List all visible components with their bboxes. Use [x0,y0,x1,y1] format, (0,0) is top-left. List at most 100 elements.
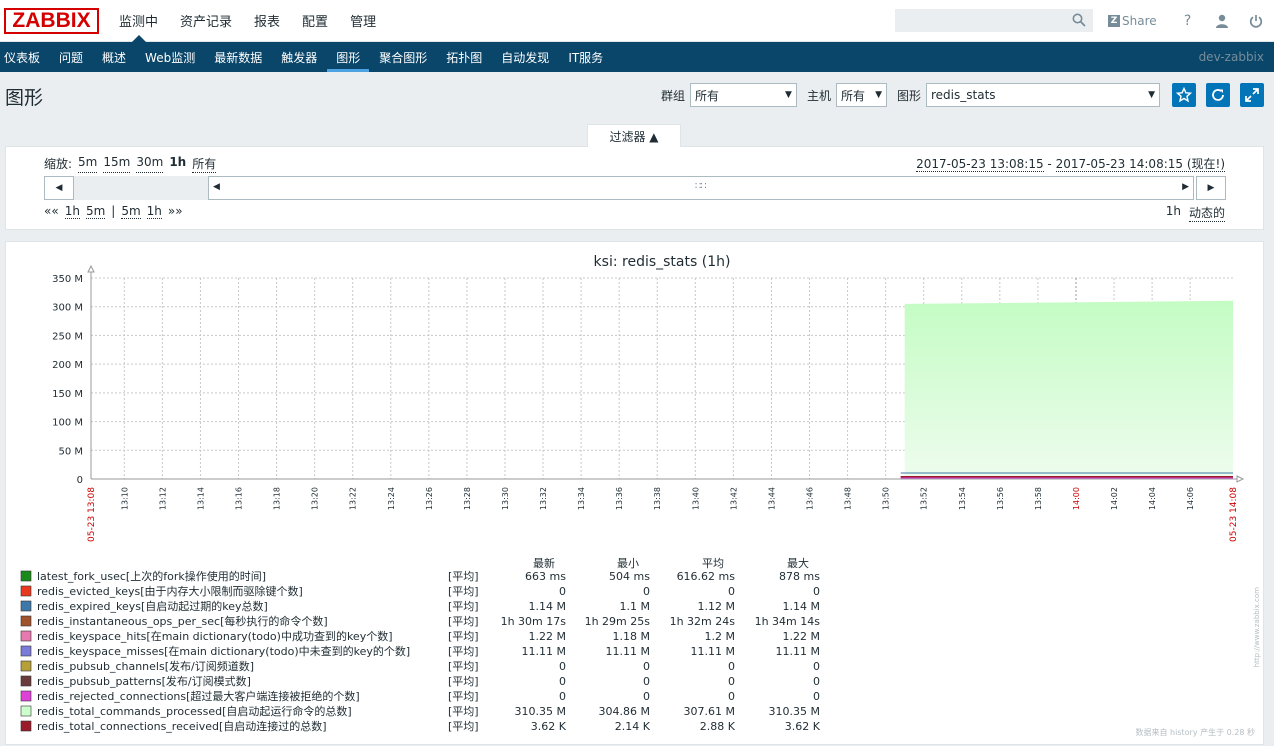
x-axis-arrow-icon [1236,475,1245,483]
group-select[interactable]: 所有 ▼ [689,83,797,107]
legend-item-func: [平均] [448,600,479,613]
generation-time: 数据来自 history 产生于 0.28 秒 [1135,728,1256,737]
legend-value-max: 310.35 M [769,705,820,718]
step-fwd-5m[interactable]: 5m [121,204,141,219]
subnav-it-services[interactable]: IT服务 [559,42,612,72]
x-tick-label: 14:06 [1186,487,1195,510]
subnav-dashboard[interactable]: 仪表板 [0,42,49,72]
x-tick-label: 13:50 [882,487,891,510]
favourite-star-button[interactable] [1172,83,1196,107]
refresh-button[interactable] [1206,83,1230,107]
server-name: dev-zabbix [1198,50,1264,64]
x-tick-label: 13:52 [920,487,929,510]
legend-item-func: [平均] [448,720,479,733]
sub-nav: 仪表板 问题 概述 Web监测 最新数据 触发器 图形 聚合图形 拓扑图 自动发… [0,42,1274,72]
host-select[interactable]: 所有 ▼ [835,83,887,107]
subnav-screens[interactable]: 聚合图形 [370,42,436,72]
period-to[interactable]: 2017-05-23 14:08:15 (现在!) [1055,157,1225,172]
subnav-discovery[interactable]: 自动发现 [492,42,558,72]
x-tick-label: 13:30 [501,487,510,510]
help-button[interactable]: ? [1171,0,1205,42]
legend-item-name: latest_fork_usec[上次的fork操作使用的时间] [37,569,266,583]
legend-value-min: 0 [643,690,650,703]
zabbix-url-watermark: http://www.zabbix.com [1253,587,1261,668]
nav-monitoring[interactable]: 监测中 [111,0,166,42]
legend-value-avg: 1.12 M [698,600,735,613]
subnav-latest-data[interactable]: 最新数据 [205,42,271,72]
legend-value-avg: 616.62 ms [677,570,736,583]
subnav-graphs[interactable]: 图形 [327,42,370,72]
subnav-overview[interactable]: 概述 [93,42,135,72]
legend-swatch [20,585,32,597]
zoom-30m[interactable]: 30m [136,155,164,173]
subnav-triggers[interactable]: 触发器 [272,42,326,72]
thumb-left-handle-icon[interactable]: ◀ [213,182,220,192]
scroll-track[interactable] [74,176,208,200]
nav-administration[interactable]: 管理 [342,0,384,41]
legend-value-avg: 0 [728,660,735,673]
y-tick-label: 0 [77,475,83,486]
legend-item-func: [平均] [448,705,479,718]
graph-select[interactable]: redis_stats ▼ [926,83,1160,107]
search-input[interactable] [895,9,1093,32]
star-icon [1176,87,1192,103]
dynamic-row: 1h 动态的 [1166,204,1225,222]
fullscreen-button[interactable] [1240,83,1264,107]
zoom-5m[interactable]: 5m [78,155,98,173]
zoom-15m[interactable]: 15m [103,155,131,173]
legend-item-func: [平均] [448,585,479,598]
top-header: ZABBIX 监测中 资产记录 报表 配置 管理 Z Share ? [0,0,1274,42]
legend-value-min: 0 [643,660,650,673]
legend-value-max: 3.62 K [785,720,821,733]
legend-value-avg: 0 [728,585,735,598]
scroll-thumb[interactable]: ◀ ∷∷ ▶ [208,176,1194,200]
legend-value-min: 1.1 M [620,600,650,613]
step-back-5m[interactable]: 5m [85,204,106,219]
step-back-1h[interactable]: 1h [64,204,80,219]
share-button[interactable]: Z Share [1108,14,1157,28]
nav-configuration[interactable]: 配置 [294,0,336,41]
page-title: 图形 [5,87,44,109]
zabbix-logo[interactable]: ZABBIX [4,7,99,34]
dynamic-toggle[interactable]: 动态的 [1188,204,1225,222]
logout-power-icon[interactable] [1239,0,1273,42]
nav-reports[interactable]: 报表 [246,0,288,41]
user-profile-icon[interactable] [1205,0,1239,42]
graph-title: ksi: redis_stats (1h) [594,254,731,270]
legend-swatch [20,570,32,582]
subnav-maps[interactable]: 拓扑图 [437,42,491,72]
legend-value-last: 1h 30m 17s [501,615,567,628]
filter-panel: 缩放: 5m 15m 30m 1h 所有 2017-05-23 13:08:15… [5,146,1264,230]
zoom-1h[interactable]: 1h [169,155,186,173]
redis-stats-graph[interactable]: ksi: redis_stats (1h) 350 M 300 M 250 M 200 … [6,242,1265,746]
graph-label: 图形 [896,88,921,103]
chevron-down-icon: ▼ [1148,90,1155,100]
subnav-problems[interactable]: 问题 [50,42,92,72]
scroll-right-button[interactable]: ▶ [1196,176,1226,200]
nav-inventory[interactable]: 资产记录 [172,0,240,41]
subnav-web[interactable]: Web监测 [136,42,204,72]
legend-value-min: 1.18 M [613,630,650,643]
legend-value-max: 0 [813,585,820,598]
scroll-left-button[interactable]: ◀ [44,176,74,200]
step-fwd-1h[interactable]: 1h [146,204,162,219]
x-tick-label: 13:44 [767,487,776,510]
legend-value-last: 0 [559,585,566,598]
legend-value-avg: 1h 32m 24s [670,615,736,628]
header-actions: Z Share ? [1108,0,1273,42]
x-tick-label: 13:36 [615,487,624,510]
x-tick-label: 13:26 [425,487,434,510]
search-icon[interactable] [1072,13,1086,27]
legend-swatch [20,690,32,702]
grip-icon: ∷∷ [695,181,707,192]
legend-value-avg: 0 [728,675,735,688]
zoom-all[interactable]: 所有 [192,155,217,173]
period-from[interactable]: 2017-05-23 13:08:15 [916,157,1044,172]
filter-toggle-tab[interactable]: 过滤器 ▲ [587,124,681,147]
y-tick-label: 150 M [52,389,83,400]
legend-value-min: 504 ms [609,570,650,583]
legend-value-last: 1.14 M [529,600,566,613]
share-z-icon: Z [1108,15,1120,27]
thumb-right-handle-icon[interactable]: ▶ [1182,182,1189,192]
legend-item-func: [平均] [448,675,479,688]
